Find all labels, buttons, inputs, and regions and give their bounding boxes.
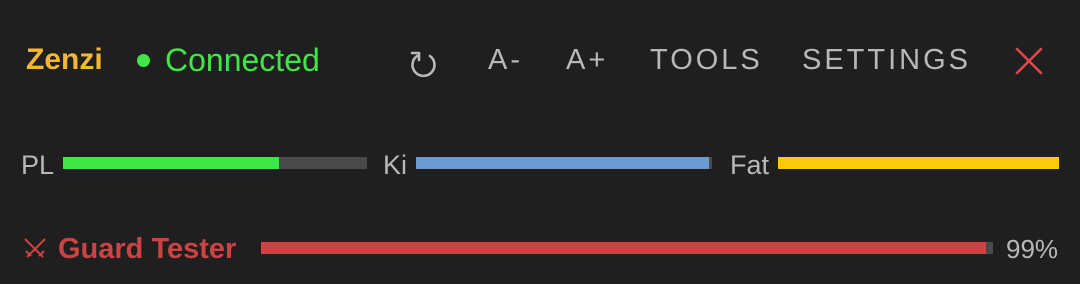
target-health-bar bbox=[261, 242, 993, 254]
target-name: Guard Tester bbox=[58, 232, 237, 265]
tools-button[interactable]: TOOLS bbox=[650, 40, 763, 80]
character-name: Zenzi bbox=[26, 43, 103, 76]
font-smaller-button[interactable]: A- bbox=[488, 40, 523, 80]
ki-bar bbox=[416, 157, 712, 169]
status-dot-icon bbox=[137, 53, 150, 67]
target-percent: 99% bbox=[1006, 234, 1059, 264]
refresh-button[interactable] bbox=[407, 47, 441, 81]
fat-bar bbox=[778, 157, 1059, 169]
ki-label: Ki bbox=[383, 150, 408, 180]
fat-label: Fat bbox=[730, 150, 770, 180]
target-info: Guard Tester bbox=[22, 230, 236, 268]
connection-status-label: Connected bbox=[165, 42, 320, 78]
ki-bar-fill bbox=[416, 157, 710, 169]
close-icon bbox=[1015, 47, 1043, 75]
header-bar: Zenzi Connected A- A+ TOOLS SETTINGS bbox=[0, 0, 1080, 120]
pl-bar-fill bbox=[63, 157, 279, 169]
close-button[interactable] bbox=[1014, 46, 1044, 76]
client-window: Zenzi Connected A- A+ TOOLS SETTINGS PL … bbox=[0, 0, 1080, 284]
refresh-icon bbox=[410, 51, 436, 78]
font-larger-button[interactable]: A+ bbox=[566, 40, 608, 80]
target-health-fill bbox=[261, 242, 986, 254]
crossed-swords-icon bbox=[24, 238, 46, 258]
fat-bar-fill bbox=[778, 157, 1059, 169]
pl-bar bbox=[63, 157, 367, 169]
connection-status: Connected bbox=[137, 40, 320, 80]
pl-label: PL bbox=[21, 150, 55, 180]
settings-button[interactable]: SETTINGS bbox=[802, 40, 971, 80]
